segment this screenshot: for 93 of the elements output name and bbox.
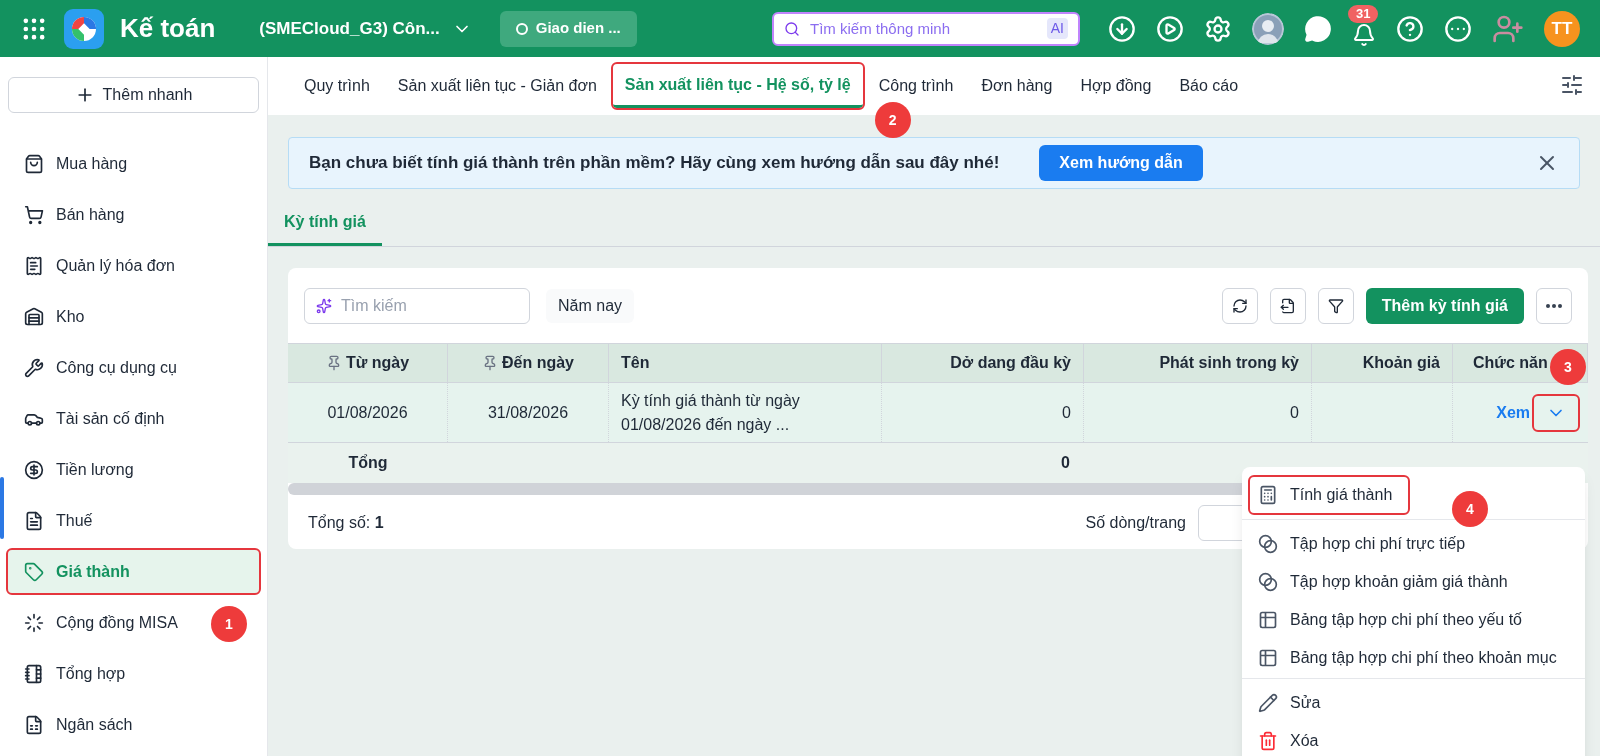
tab[interactable]: Đơn hàng	[969, 64, 1065, 108]
loader-icon	[24, 612, 44, 633]
download-icon[interactable]	[1108, 14, 1136, 43]
page-size-label: Số dòng/trang	[1085, 513, 1186, 533]
sliders-icon[interactable]	[1560, 73, 1584, 97]
column-header: Từ ngày	[288, 344, 448, 382]
notification-badge: 31	[1348, 4, 1379, 23]
sidebar-item[interactable]: Kho	[8, 295, 101, 338]
total-label: Tổng	[347, 453, 389, 473]
trash-icon	[1258, 731, 1278, 751]
bag-icon	[24, 153, 44, 174]
table-row[interactable]: 01/08/2026 31/08/2026 Kỳ tính giá thành từ ngày 01/08/2026 đến ngày ... 0 0 Xem	[288, 383, 1588, 443]
sidebar-item[interactable]: Công cụ dụng cụ	[8, 346, 193, 389]
tab[interactable]: Quy trình	[292, 64, 382, 108]
table-cell-text: 01/08/2026	[327, 402, 408, 423]
tab[interactable]: Hợp đồng	[1068, 64, 1164, 108]
tab[interactable]: Báo cáo	[1167, 64, 1251, 108]
sidebar-item[interactable]: Tổng hợp	[8, 652, 142, 695]
add-period-button[interactable]: Thêm kỳ tính giá	[1365, 287, 1524, 324]
sidebar-item[interactable]: Bán hàng	[8, 193, 141, 236]
filter-button[interactable]	[1317, 287, 1354, 324]
table-cell-text: 0	[1062, 402, 1071, 423]
app-title: Kế toán	[120, 12, 216, 45]
total-value: 0	[1060, 453, 1071, 473]
table-cell-text: 0	[1290, 402, 1299, 423]
menu-item[interactable]: Xóa	[1250, 723, 1577, 756]
column-header: Đến ngày	[448, 344, 609, 382]
table-cell-text: Kỳ tính giá thành từ ngày 01/08/2026 đến ngày ...	[621, 390, 801, 435]
refresh-icon	[1231, 297, 1248, 314]
banner-text: Bạn chưa biết tính giá thành trên phần mềm? Hãy cùng xem hướng dẫn sau đây nhé!	[309, 152, 1000, 175]
tag-icon	[24, 561, 44, 582]
warehouse-icon	[24, 306, 44, 327]
document-icon	[24, 510, 44, 531]
tab[interactable]: Sản xuất liên tục - Giản đơn	[385, 64, 609, 108]
menu-item[interactable]: Tập hợp khoản giảm giá thành	[1250, 564, 1577, 600]
sidebar-item[interactable]: Quản lý hóa đơn	[8, 244, 191, 287]
column-header: Phát sinh trong kỳ	[1084, 344, 1312, 382]
more-icon[interactable]	[1444, 14, 1472, 43]
menu-item[interactable]: Bảng tập hợp chi phí theo yếu tố	[1250, 602, 1577, 638]
more-icon	[1546, 303, 1562, 308]
tab[interactable]: Sản xuất liên tục - Hệ số, tỷ lệ	[612, 64, 863, 108]
step-badge: 2	[874, 102, 911, 138]
sidebar-item[interactable]: Tiền lương	[8, 448, 150, 491]
column-header: Dở dang đầu kỳ	[882, 344, 1084, 382]
export-button[interactable]	[1269, 287, 1306, 324]
sidebar-item[interactable]: Cộng đồng MISA	[8, 601, 194, 644]
chat-icon[interactable]	[1304, 14, 1332, 43]
view-link[interactable]: Xem	[1496, 400, 1530, 425]
cart-icon	[24, 204, 44, 225]
sidebar-item[interactable]: Mua hàng	[8, 142, 144, 185]
search-field[interactable]: Tìm kiếm	[304, 287, 530, 324]
column-header: Tên	[609, 344, 882, 382]
actions-dropdown-button[interactable]	[1534, 395, 1578, 430]
play-icon[interactable]	[1156, 14, 1184, 43]
circles-icon	[1258, 572, 1278, 592]
export-icon	[1279, 297, 1296, 314]
smart-search-icon	[316, 297, 332, 314]
record-count: Tổng số: 1	[308, 513, 384, 533]
refresh-button[interactable]	[1221, 287, 1258, 324]
table-icon	[1258, 648, 1278, 668]
circles-icon	[1258, 534, 1278, 554]
table-icon	[1258, 610, 1278, 630]
sidebar-item[interactable]: Thuế	[8, 499, 109, 542]
pencil-icon	[1258, 693, 1278, 713]
search-icon	[784, 20, 800, 37]
receipt-icon	[24, 255, 44, 276]
step-badge: 4	[1452, 491, 1488, 527]
step-badge: 1	[211, 606, 247, 642]
guide-button[interactable]: Xem hướng dẫn	[1039, 145, 1203, 181]
bell-icon[interactable]	[1352, 22, 1376, 47]
menu-item[interactable]: Tính giá thành	[1250, 477, 1409, 513]
company-dropdown[interactable]: (SMECloud_G3) Côn...	[259, 15, 472, 42]
table-cell-text: 31/08/2026	[487, 402, 569, 423]
filter-icon	[1327, 297, 1344, 314]
pin-icon[interactable]	[482, 355, 498, 371]
dollar-icon	[24, 459, 44, 480]
scroll-indicator	[0, 477, 4, 539]
logo-icon	[64, 8, 104, 49]
quick-add-button[interactable]: Thêm nhanh	[8, 77, 259, 113]
spreadsheet-icon	[24, 714, 44, 735]
sidebar-item[interactable]: Tài sản cố định	[8, 397, 181, 440]
more-button[interactable]	[1536, 287, 1572, 324]
menu-item[interactable]: Bảng tập hợp chi phí theo khoản mục	[1250, 640, 1577, 676]
menu-item[interactable]: Sửa	[1250, 685, 1577, 721]
settings-icon[interactable]	[1204, 14, 1232, 43]
notebook-icon	[24, 663, 44, 684]
calculator-icon	[1258, 485, 1278, 505]
column-header: Khoản giả	[1312, 344, 1453, 382]
sidebar-item[interactable]: Ngân sách	[8, 703, 149, 746]
menu-item[interactable]: Tập hợp chi phí trực tiếp	[1250, 526, 1577, 562]
help-icon[interactable]	[1396, 14, 1424, 43]
period-dropdown[interactable]: Năm nay	[546, 288, 635, 323]
wrench-icon	[24, 357, 44, 378]
